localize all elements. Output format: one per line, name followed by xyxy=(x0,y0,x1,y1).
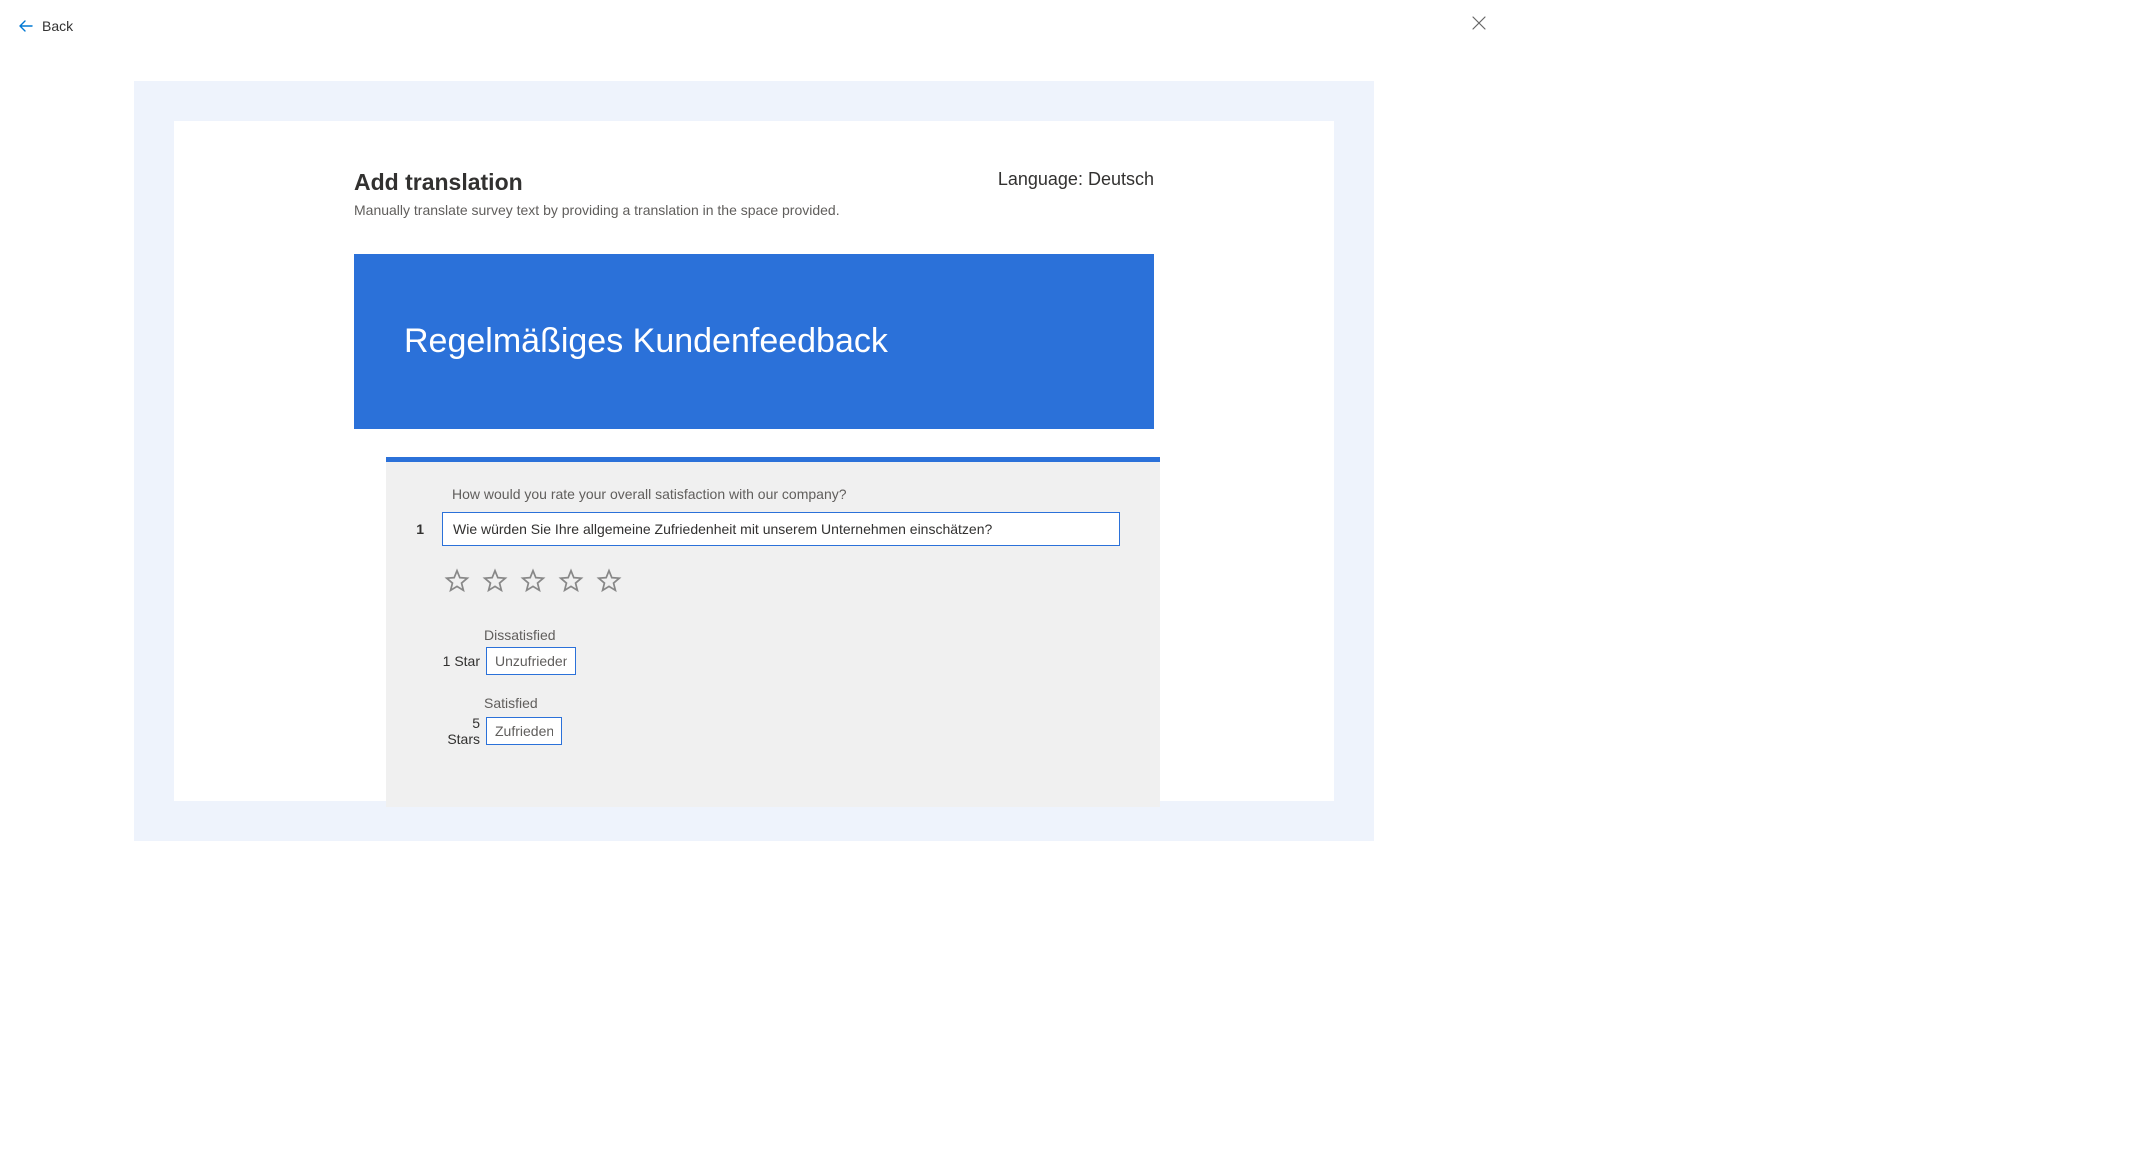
rating-labels: Dissatisfied 1 Star Satisfied 5 Stars xyxy=(436,627,1120,747)
question-source-text: How would you rate your overall satisfac… xyxy=(452,486,1120,502)
language-value: Deutsch xyxy=(1088,169,1154,189)
top-bar: Back xyxy=(0,0,1508,51)
survey-title-translation: Regelmäßiges Kundenfeedback xyxy=(404,322,1104,361)
rating-name: 5 Stars xyxy=(436,715,480,747)
page-title: Add translation xyxy=(354,169,523,196)
rating-label-group: Dissatisfied 1 Star xyxy=(436,627,1120,675)
star-icon[interactable] xyxy=(596,568,622,599)
rating-source-label: Satisfied xyxy=(484,695,1120,711)
question-translation-input[interactable] xyxy=(442,512,1120,546)
question-row: 1 xyxy=(412,512,1120,546)
rating-translation-input[interactable] xyxy=(486,717,562,745)
rating-translation-input[interactable] xyxy=(486,647,576,675)
question-block: How would you rate your overall satisfac… xyxy=(386,457,1160,807)
star-icon[interactable] xyxy=(558,568,584,599)
back-label: Back xyxy=(42,18,73,34)
rating-row: 5 Stars xyxy=(436,715,1120,747)
outer-container: Add translation Language: Deutsch Manual… xyxy=(134,81,1374,841)
rating-source-label: Dissatisfied xyxy=(484,627,1120,643)
survey-title-block[interactable]: Regelmäßiges Kundenfeedback xyxy=(354,254,1154,429)
language-prefix: Language: xyxy=(998,169,1088,189)
stars-row xyxy=(444,568,1120,599)
question-number: 1 xyxy=(412,521,424,537)
language-label: Language: Deutsch xyxy=(998,169,1154,190)
back-arrow-icon xyxy=(18,18,34,34)
back-button[interactable]: Back xyxy=(18,18,73,34)
rating-name: 1 Star xyxy=(436,653,480,669)
page-subtitle: Manually translate survey text by provid… xyxy=(354,202,1154,218)
inner-container: Add translation Language: Deutsch Manual… xyxy=(174,121,1334,801)
close-button[interactable] xyxy=(1468,12,1490,39)
rating-row: 1 Star xyxy=(436,647,1120,675)
rating-label-group: Satisfied 5 Stars xyxy=(436,695,1120,747)
header-row: Add translation Language: Deutsch xyxy=(354,169,1154,196)
star-icon[interactable] xyxy=(520,568,546,599)
star-icon[interactable] xyxy=(482,568,508,599)
star-icon[interactable] xyxy=(444,568,470,599)
